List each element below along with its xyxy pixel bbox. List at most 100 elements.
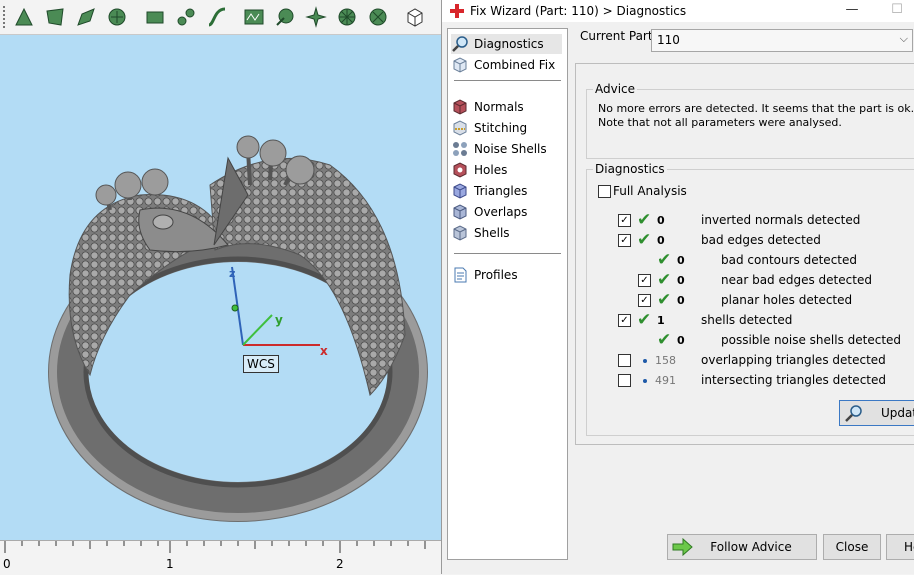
select-triangle-icon[interactable] bbox=[12, 5, 36, 29]
view-cube-icon[interactable] bbox=[403, 5, 427, 29]
checkmark-icon: ✔ bbox=[657, 290, 672, 310]
overlaps-cube-icon bbox=[453, 204, 467, 220]
diag-row-count: 158 bbox=[655, 354, 676, 367]
full-analysis-label: Full Analysis bbox=[613, 184, 687, 198]
select-shell-icon[interactable] bbox=[74, 5, 98, 29]
nav-item-holes[interactable]: Holes bbox=[451, 160, 562, 180]
diag-row-checkbox[interactable]: ✓ bbox=[618, 214, 631, 227]
shells-cube-icon bbox=[453, 225, 467, 241]
nav-item-diagnostics[interactable]: Diagnostics bbox=[451, 34, 562, 54]
advice-text: No more errors are detected. It seems th… bbox=[598, 102, 914, 129]
select-connected-icon[interactable] bbox=[174, 5, 198, 29]
nav-item-label: Normals bbox=[474, 100, 524, 114]
checkmark-icon: ✔ bbox=[637, 310, 652, 330]
nav-item-triangles[interactable]: Triangles bbox=[451, 181, 562, 201]
diagnostics-title: Diagnostics bbox=[593, 162, 667, 176]
diag-row-count: 0 bbox=[677, 254, 685, 267]
mark-star-icon[interactable] bbox=[304, 5, 328, 29]
diag-row-label: shells detected bbox=[701, 313, 793, 327]
title-bar[interactable]: Fix Wizard (Part: 110) > Diagnostics — ☐ bbox=[442, 0, 914, 22]
diag-row-count: 0 bbox=[677, 274, 685, 287]
mark-wave-icon[interactable] bbox=[242, 5, 266, 29]
coordinate-axes bbox=[231, 266, 320, 346]
follow-advice-button[interactable]: Follow Advice bbox=[667, 534, 817, 560]
diag-row-checkbox[interactable]: ✓ bbox=[638, 274, 651, 287]
nav-item-label: Overlaps bbox=[474, 205, 528, 219]
magnifier-icon bbox=[452, 36, 468, 52]
window-title: Fix Wizard (Part: 110) > Diagnostics bbox=[470, 4, 687, 18]
nav-item-combined-fix[interactable]: Combined Fix bbox=[451, 55, 562, 75]
minimize-button[interactable]: — bbox=[837, 2, 867, 20]
nav-item-normals[interactable]: Normals bbox=[451, 97, 562, 117]
diag-row-checkbox[interactable]: ✓ bbox=[618, 234, 631, 247]
nav-item-label: Shells bbox=[474, 226, 510, 240]
diag-row-checkbox[interactable] bbox=[618, 374, 631, 387]
select-region-icon[interactable] bbox=[143, 5, 167, 29]
axis-z-label: z bbox=[229, 267, 236, 280]
current-part-select[interactable]: 110 ⌵ bbox=[651, 29, 913, 52]
nav-item-shells[interactable]: Shells bbox=[451, 223, 562, 243]
diagnostics-panel: Advice No more errors are detected. It s… bbox=[575, 63, 914, 445]
select-surface-icon[interactable] bbox=[43, 5, 67, 29]
toolbar-grip[interactable] bbox=[3, 6, 7, 28]
bullet-icon bbox=[643, 359, 647, 363]
checkmark-icon: ✔ bbox=[657, 270, 672, 290]
triangles-cube-icon bbox=[453, 183, 467, 199]
wizard-nav-panel: Diagnostics Combined Fix Normals Stitchi… bbox=[447, 28, 568, 560]
checkmark-icon: ✔ bbox=[657, 330, 672, 350]
diag-row-count: 1 bbox=[657, 314, 665, 327]
cube-icon bbox=[453, 57, 467, 73]
diag-row-label: planar holes detected bbox=[721, 293, 853, 307]
ruler-tick-2: 2 bbox=[336, 557, 344, 571]
mark-circle-icon[interactable] bbox=[335, 5, 359, 29]
nav-item-label: Diagnostics bbox=[474, 37, 544, 51]
help-button[interactable]: He bbox=[886, 534, 914, 560]
current-part-label: Current Part: bbox=[580, 29, 657, 43]
select-part-icon[interactable] bbox=[105, 5, 129, 29]
axis-x-label: x bbox=[320, 344, 328, 358]
diag-row-label: bad edges detected bbox=[701, 233, 821, 247]
nav-item-noise-shells[interactable]: Noise Shells bbox=[451, 139, 562, 159]
diag-row-label: intersecting triangles detected bbox=[701, 373, 886, 387]
full-analysis-checkbox[interactable] bbox=[598, 185, 611, 198]
diag-row-label: inverted normals detected bbox=[701, 213, 861, 227]
nav-item-profiles[interactable]: Profiles bbox=[451, 265, 562, 285]
advice-title: Advice bbox=[593, 82, 638, 96]
diag-row-count: 0 bbox=[657, 234, 665, 247]
ruler-tick-1: 1 bbox=[166, 557, 174, 571]
help-label: He bbox=[904, 540, 914, 554]
3d-viewport[interactable]: x y z WCS bbox=[0, 35, 442, 540]
nav-item-label: Triangles bbox=[474, 184, 528, 198]
mark-plane-icon[interactable] bbox=[273, 5, 297, 29]
bullet-icon bbox=[643, 379, 647, 383]
document-icon bbox=[454, 267, 467, 283]
diag-row-label: bad contours detected bbox=[721, 253, 857, 267]
nav-separator bbox=[454, 253, 561, 254]
current-part-value: 110 bbox=[657, 33, 680, 47]
nav-item-label: Noise Shells bbox=[474, 142, 547, 156]
nav-item-overlaps[interactable]: Overlaps bbox=[451, 202, 562, 222]
diag-row-count: 0 bbox=[677, 334, 685, 347]
update-label: Update bbox=[881, 406, 914, 420]
diag-row-count: 491 bbox=[655, 374, 676, 387]
nav-item-label: Stitching bbox=[474, 121, 528, 135]
holes-cube-icon bbox=[453, 162, 467, 178]
nav-item-stitching[interactable]: Stitching bbox=[451, 118, 562, 138]
mark-brush-icon[interactable] bbox=[366, 5, 390, 29]
diag-row-checkbox[interactable]: ✓ bbox=[638, 294, 651, 307]
chevron-down-icon: ⌵ bbox=[899, 32, 908, 45]
close-button[interactable]: Close bbox=[823, 534, 881, 560]
select-curve-icon[interactable] bbox=[205, 5, 229, 29]
checkmark-icon: ✔ bbox=[657, 250, 672, 270]
diag-row-label: overlapping triangles detected bbox=[701, 353, 886, 367]
diag-row-checkbox[interactable] bbox=[618, 354, 631, 367]
nav-item-label: Holes bbox=[474, 163, 508, 177]
diag-row-label: possible noise shells detected bbox=[721, 333, 902, 347]
maximize-button[interactable]: ☐ bbox=[882, 2, 912, 20]
magnifier-icon bbox=[845, 405, 862, 422]
diag-row-count: 0 bbox=[677, 294, 685, 307]
diagnostics-group: Diagnostics Full Analysis ✓ ✔ 0 inverted… bbox=[586, 162, 914, 436]
update-button[interactable]: Update bbox=[839, 400, 914, 426]
diag-row-checkbox[interactable]: ✓ bbox=[618, 314, 631, 327]
stitching-cube-icon bbox=[453, 120, 467, 136]
